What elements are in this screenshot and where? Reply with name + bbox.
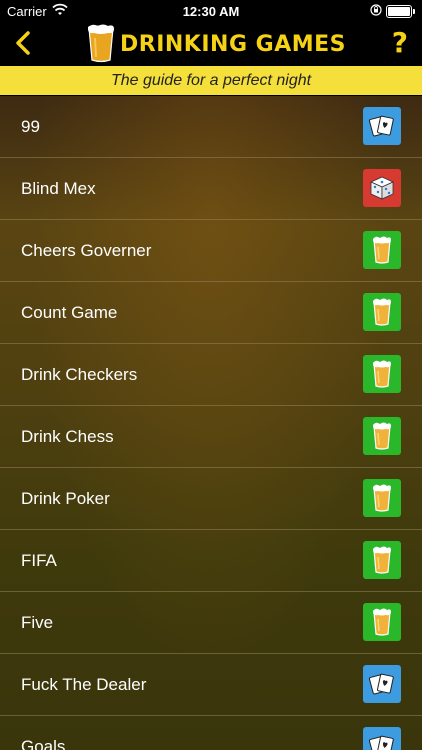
game-name: Blind Mex (21, 179, 96, 198)
chevron-left-icon (16, 31, 30, 55)
list-item[interactable]: Drink Poker (0, 468, 422, 530)
beer-icon (363, 479, 401, 517)
list-item[interactable]: Fuck The Dealer (0, 654, 422, 716)
orientation-lock-icon (370, 4, 382, 19)
beer-icon (363, 417, 401, 455)
game-name: FIFA (21, 551, 57, 570)
subtitle-text: The guide for a perfect night (110, 71, 312, 89)
back-button[interactable] (10, 28, 38, 58)
game-name: Cheers Governer (21, 241, 152, 260)
dice-icon (363, 169, 401, 207)
game-name: Count Game (21, 303, 118, 322)
help-button[interactable]: ? (392, 26, 408, 59)
beer-icon (363, 603, 401, 641)
cards-icon (363, 107, 401, 145)
game-name: 99 (21, 117, 40, 136)
app-logo: DRINKING GAMES (86, 22, 346, 66)
list-item[interactable]: Goals (0, 716, 422, 750)
list-item[interactable]: Count Game (0, 282, 422, 344)
list-item[interactable]: Cheers Governer (0, 220, 422, 282)
beer-icon (363, 231, 401, 269)
cards-icon (363, 727, 401, 750)
subtitle-banner: The guide for a perfect night (0, 66, 422, 95)
beer-icon (363, 355, 401, 393)
navigation-bar: DRINKING GAMES ? (0, 22, 422, 66)
beer-icon (363, 293, 401, 331)
beer-icon (363, 541, 401, 579)
list-item[interactable]: 99 (0, 96, 422, 158)
game-name: Goals (21, 737, 66, 750)
cards-icon (363, 665, 401, 703)
game-name: Fuck The Dealer (21, 675, 147, 694)
list-item[interactable]: Blind Mex (0, 158, 422, 220)
game-list[interactable]: 99 Blind Mex Cheers Governer Count Game Drin… (0, 96, 422, 750)
game-name: Drink Poker (21, 489, 110, 508)
beer-glass-icon (88, 24, 114, 63)
game-name: Five (21, 613, 54, 632)
game-name: Drink Chess (21, 427, 114, 446)
list-item[interactable]: Drink Chess (0, 406, 422, 468)
status-bar: Carrier 12:30 AM (0, 0, 422, 22)
list-item[interactable]: FIFA (0, 530, 422, 592)
game-name: Drink Checkers (21, 365, 138, 384)
list-item[interactable]: Drink Checkers (0, 344, 422, 406)
list-item[interactable]: Five (0, 592, 422, 654)
clock: 12:30 AM (182, 4, 240, 19)
battery-icon (386, 5, 415, 18)
app-title: DRINKING GAMES (120, 31, 347, 57)
